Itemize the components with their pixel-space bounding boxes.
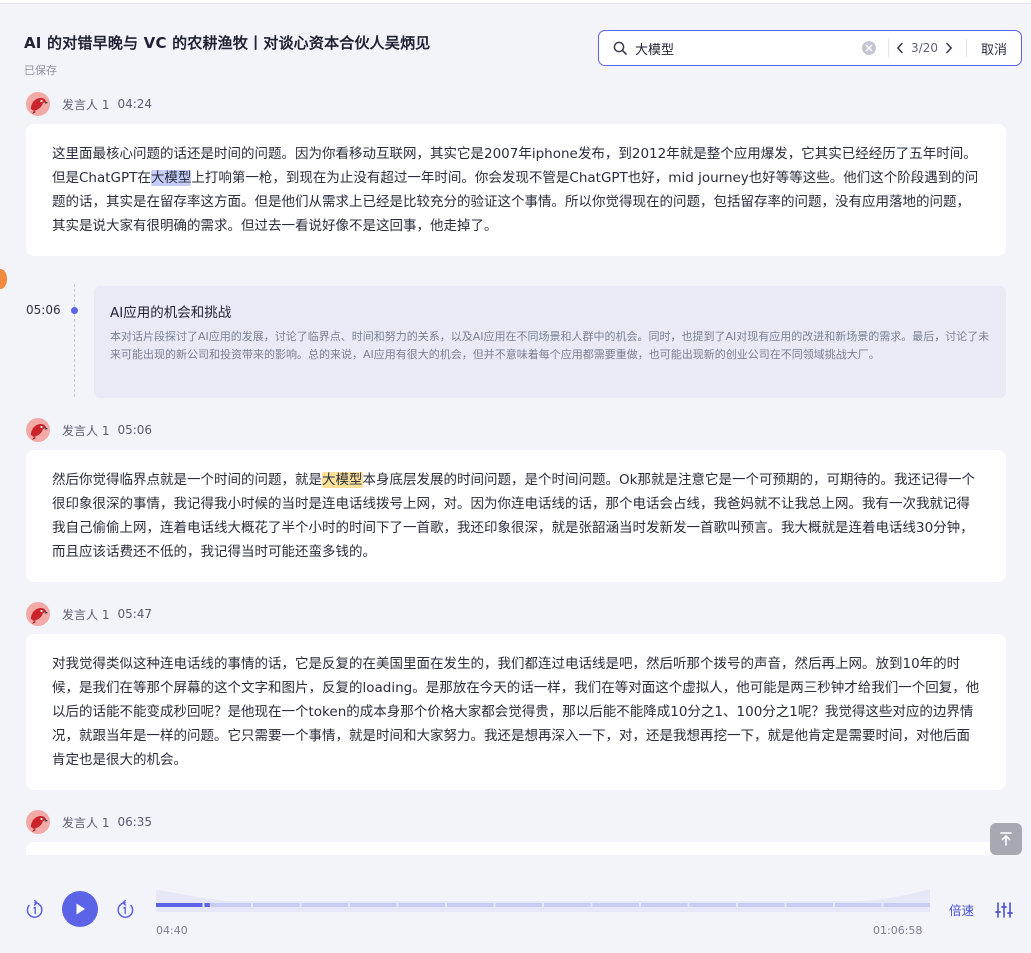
waveform-played bbox=[204, 903, 210, 907]
transcript-card[interactable] bbox=[26, 842, 1006, 855]
waveform-played bbox=[156, 903, 203, 907]
cancel-search-button[interactable]: 取消 bbox=[967, 39, 1021, 58]
waveform-segment bbox=[253, 903, 300, 907]
speaker-timestamp[interactable]: 05:47 bbox=[117, 607, 152, 621]
forward-15-icon bbox=[117, 900, 134, 918]
forward-button[interactable] bbox=[115, 900, 135, 920]
search-match: 大模型 bbox=[322, 472, 363, 488]
chapter-summary[interactable]: AI应用的机会和挑战 本对话片段探讨了AI应用的发展，讨论了临界点、时间和努力的… bbox=[94, 286, 1006, 398]
waveform-segment bbox=[447, 903, 494, 907]
waveform-segment bbox=[398, 903, 445, 907]
rewind-button[interactable] bbox=[25, 900, 45, 920]
avatar-bird-icon bbox=[26, 418, 50, 442]
waveform-segment bbox=[301, 903, 348, 907]
search-bar: 3/20 取消 bbox=[598, 30, 1022, 66]
transcript-area[interactable]: 发言人 1 04:24 这里面最核心问题的话还是时间的问题。因为你看移动互联网，… bbox=[0, 86, 1031, 855]
transcript-card[interactable]: 这里面最核心问题的话还是时间的问题。因为你看移动互联网，其实它是2007年iph… bbox=[26, 124, 1006, 256]
page-header: AI 的对错早晚与 VC 的农耕渔牧丨对谈心资本合伙人吴炳见 已保存 bbox=[24, 32, 584, 78]
waveform-segment bbox=[883, 903, 930, 907]
current-time: 04:40 bbox=[156, 924, 188, 937]
rewind-15-icon bbox=[26, 900, 43, 918]
waveform-segment bbox=[350, 903, 397, 907]
audio-player: 04:40 01:06:58 倍速 bbox=[0, 870, 1031, 953]
chevron-left-icon bbox=[897, 42, 903, 54]
chapter-timestamp[interactable]: 05:06 bbox=[26, 303, 61, 317]
search-input[interactable] bbox=[635, 40, 863, 56]
waveform-segment bbox=[786, 903, 833, 907]
speaker-timestamp[interactable]: 06:35 bbox=[117, 815, 152, 829]
prev-match-button[interactable] bbox=[889, 33, 911, 63]
chapter-dot bbox=[71, 307, 78, 314]
equalizer-icon bbox=[995, 902, 1013, 918]
play-button[interactable] bbox=[62, 891, 98, 927]
avatar-bird-icon bbox=[26, 602, 50, 626]
speaker-name: 发言人 1 bbox=[62, 423, 110, 438]
waveform-segment bbox=[641, 903, 688, 907]
match-counter: 3/20 bbox=[911, 41, 938, 55]
speaker-header: 发言人 1 06:35 bbox=[26, 810, 152, 834]
waveform-segment bbox=[544, 903, 591, 907]
clear-icon[interactable] bbox=[862, 41, 877, 55]
top-border bbox=[0, 0, 1031, 4]
chapter-timeline bbox=[74, 284, 75, 397]
speaker-timestamp[interactable]: 04:24 bbox=[117, 97, 152, 111]
speaker-timestamp[interactable]: 05:06 bbox=[117, 423, 152, 437]
waveform-segment bbox=[204, 903, 251, 907]
waveform-segment bbox=[495, 903, 542, 907]
speaker-name: 发言人 1 bbox=[62, 607, 110, 622]
waveform-progress[interactable] bbox=[156, 888, 930, 912]
play-icon bbox=[76, 903, 85, 915]
speaker-name: 发言人 1 bbox=[62, 97, 110, 112]
back-to-top-button[interactable] bbox=[990, 823, 1022, 855]
speaker-name: 发言人 1 bbox=[62, 815, 110, 830]
save-status: 已保存 bbox=[24, 64, 57, 77]
page-title: AI 的对错早晚与 VC 的农耕渔牧丨对谈心资本合伙人吴炳见 bbox=[24, 34, 431, 52]
search-match-active: 大模型 bbox=[150, 170, 192, 186]
avatar-bird-icon bbox=[26, 810, 50, 834]
transcript-card[interactable]: 然后你觉得临界点就是一个时间的问题，就是大模型本身底层发展的时间问题，是个时间问… bbox=[26, 450, 1006, 582]
chapter-title: AI应用的机会和挑战 bbox=[110, 305, 232, 321]
back-to-top-icon bbox=[1000, 832, 1012, 846]
transcript-text: 这里面最核心问题的话还是时间的问题。因为你看移动互联网，其实它是2007年iph… bbox=[52, 146, 979, 234]
search-icon bbox=[613, 41, 627, 55]
total-duration: 01:06:58 bbox=[873, 924, 923, 937]
transcript-text: 对我觉得类似这种连电话线的事情的话，它是反复的在美国里面在发生的，我们都连过电话… bbox=[52, 656, 980, 768]
waveform-segment bbox=[835, 903, 882, 907]
speaker-header: 发言人 1 04:24 bbox=[26, 92, 152, 116]
transcript-card[interactable]: 对我觉得类似这种连电话线的事情的话，它是反复的在美国里面在发生的，我们都连过电话… bbox=[26, 634, 1006, 790]
transcript-text: 然后你觉得临界点就是一个时间的问题，就是大模型本身底层发展的时间问题，是个时间问… bbox=[52, 472, 975, 560]
chapter-description: 本对话片段探讨了AI应用的发展，讨论了临界点、时间和努力的关系，以及AI应用在不… bbox=[110, 330, 990, 361]
playback-speed-button[interactable]: 倍速 bbox=[949, 900, 974, 919]
side-marker bbox=[0, 269, 7, 289]
chevron-right-icon bbox=[946, 42, 952, 54]
speaker-header: 发言人 1 05:06 bbox=[26, 418, 152, 442]
waveform-segment bbox=[738, 903, 785, 907]
waveform-segment bbox=[689, 903, 736, 907]
waveform-segment bbox=[592, 903, 639, 907]
speaker-header: 发言人 1 05:47 bbox=[26, 602, 152, 626]
audio-settings-button[interactable] bbox=[994, 900, 1014, 920]
avatar-bird-icon bbox=[26, 92, 50, 116]
next-match-button[interactable] bbox=[938, 33, 960, 63]
